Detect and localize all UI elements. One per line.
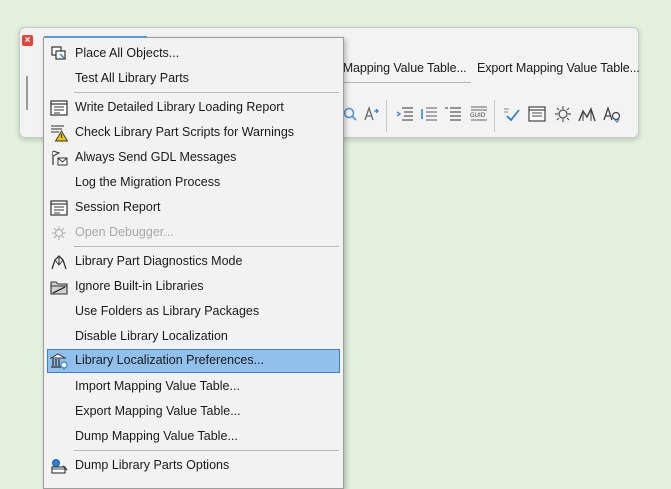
replace-icon[interactable] — [360, 103, 382, 125]
guid-icon[interactable]: GUID — [468, 103, 490, 125]
export-mapping-button[interactable]: Export Mapping Value Table... — [477, 61, 640, 75]
indent-icon[interactable] — [394, 103, 416, 125]
menu-item-label: Write Detailed Library Loading Report — [75, 100, 284, 114]
menu-item-ignore-builtin[interactable]: Ignore Built-in Libraries — [47, 275, 340, 299]
menu-item-session-report[interactable]: Session Report — [47, 196, 340, 220]
menu-item-open-debugger: Open Debugger... — [47, 221, 340, 245]
menu-item-label: Always Send GDL Messages — [75, 150, 237, 164]
menu-item-label: Test All Library Parts — [75, 71, 189, 85]
folder-icon — [50, 281, 68, 295]
svg-text:GUID: GUID — [470, 112, 486, 119]
list-icon[interactable] — [442, 103, 464, 125]
menu-item-check-scripts-warnings[interactable]: Check Library Part Scripts for Warnings — [47, 121, 340, 145]
menu-item-dump-mapping[interactable]: Dump Mapping Value Table... — [47, 425, 340, 449]
menu-item-label: Library Localization Preferences... — [75, 353, 264, 367]
align-list-icon[interactable] — [418, 103, 440, 125]
menu-item-import-mapping[interactable]: Import Mapping Value Table... — [47, 375, 340, 399]
menu-item-label: Open Debugger... — [75, 225, 174, 239]
gdl-message-icon — [52, 150, 68, 166]
menu-item-diagnostics-mode[interactable]: Library Part Diagnostics Mode — [47, 250, 340, 274]
session-report-icon[interactable] — [526, 103, 548, 125]
menu-accent — [44, 36, 147, 38]
menu-item-localization-preferences[interactable]: Library Localization Preferences... — [47, 349, 340, 373]
menu-item-dump-library-parts-options[interactable]: Dump Library Parts Options — [47, 454, 340, 478]
menu-item-export-mapping[interactable]: Export Mapping Value Table... — [47, 400, 340, 424]
toolbar-separator — [386, 100, 387, 132]
menu-item-label: Log the Migration Process — [75, 175, 221, 189]
menu-item-always-send-gdl[interactable]: Always Send GDL Messages — [47, 146, 340, 170]
palette-grip[interactable] — [26, 76, 28, 110]
debugger-icon[interactable] — [552, 103, 574, 125]
place-objects-icon — [51, 46, 66, 60]
menu-item-label: Place All Objects... — [75, 46, 180, 60]
menu-item-label: Check Library Part Scripts for Warnings — [75, 125, 295, 139]
menu-item-test-all-library-parts[interactable]: Test All Library Parts — [47, 67, 340, 91]
menu-item-label: Ignore Built-in Libraries — [75, 279, 204, 293]
menu-item-label: Import Mapping Value Table... — [75, 379, 240, 393]
menu-item-label: Dump Mapping Value Table... — [75, 429, 238, 443]
menu-item-place-all-objects[interactable]: Place All Objects... — [47, 42, 340, 66]
menu-item-label: Session Report — [75, 200, 161, 214]
session-report-icon — [50, 200, 68, 216]
close-icon[interactable]: × — [22, 35, 33, 46]
menu-item-label: Library Part Diagnostics Mode — [75, 254, 243, 268]
debugger-icon — [52, 226, 66, 240]
toolbar-separator — [494, 100, 495, 132]
diagnostics-icon[interactable] — [576, 103, 598, 125]
library-tools-menu: Place All Objects... Test All Library Pa… — [43, 36, 344, 489]
localization-icon — [50, 353, 68, 370]
dump-options-icon — [51, 459, 68, 474]
report-list-icon — [50, 100, 68, 116]
menu-item-disable-localization[interactable]: Disable Library Localization — [47, 325, 340, 349]
check-script-icon[interactable] — [501, 103, 523, 125]
diagnostics-icon — [51, 255, 67, 270]
import-mapping-button[interactable]: t Mapping Value Table... — [330, 61, 471, 83]
menu-item-label: Disable Library Localization — [75, 329, 228, 343]
menu-item-label: Dump Library Parts Options — [75, 458, 230, 472]
menu-item-label: Export Mapping Value Table... — [75, 404, 241, 418]
menu-separator — [74, 246, 339, 247]
warning-script-icon — [51, 125, 68, 142]
menu-item-log-migration[interactable]: Log the Migration Process — [47, 171, 340, 195]
menu-separator — [74, 92, 339, 93]
menu-separator — [74, 450, 339, 451]
menu-item-write-detailed-report[interactable]: Write Detailed Library Loading Report — [47, 96, 340, 120]
menu-item-label: Use Folders as Library Packages — [75, 304, 260, 318]
menu-item-use-folders-packages[interactable]: Use Folders as Library Packages — [47, 300, 340, 324]
translate-icon[interactable] — [601, 103, 623, 125]
